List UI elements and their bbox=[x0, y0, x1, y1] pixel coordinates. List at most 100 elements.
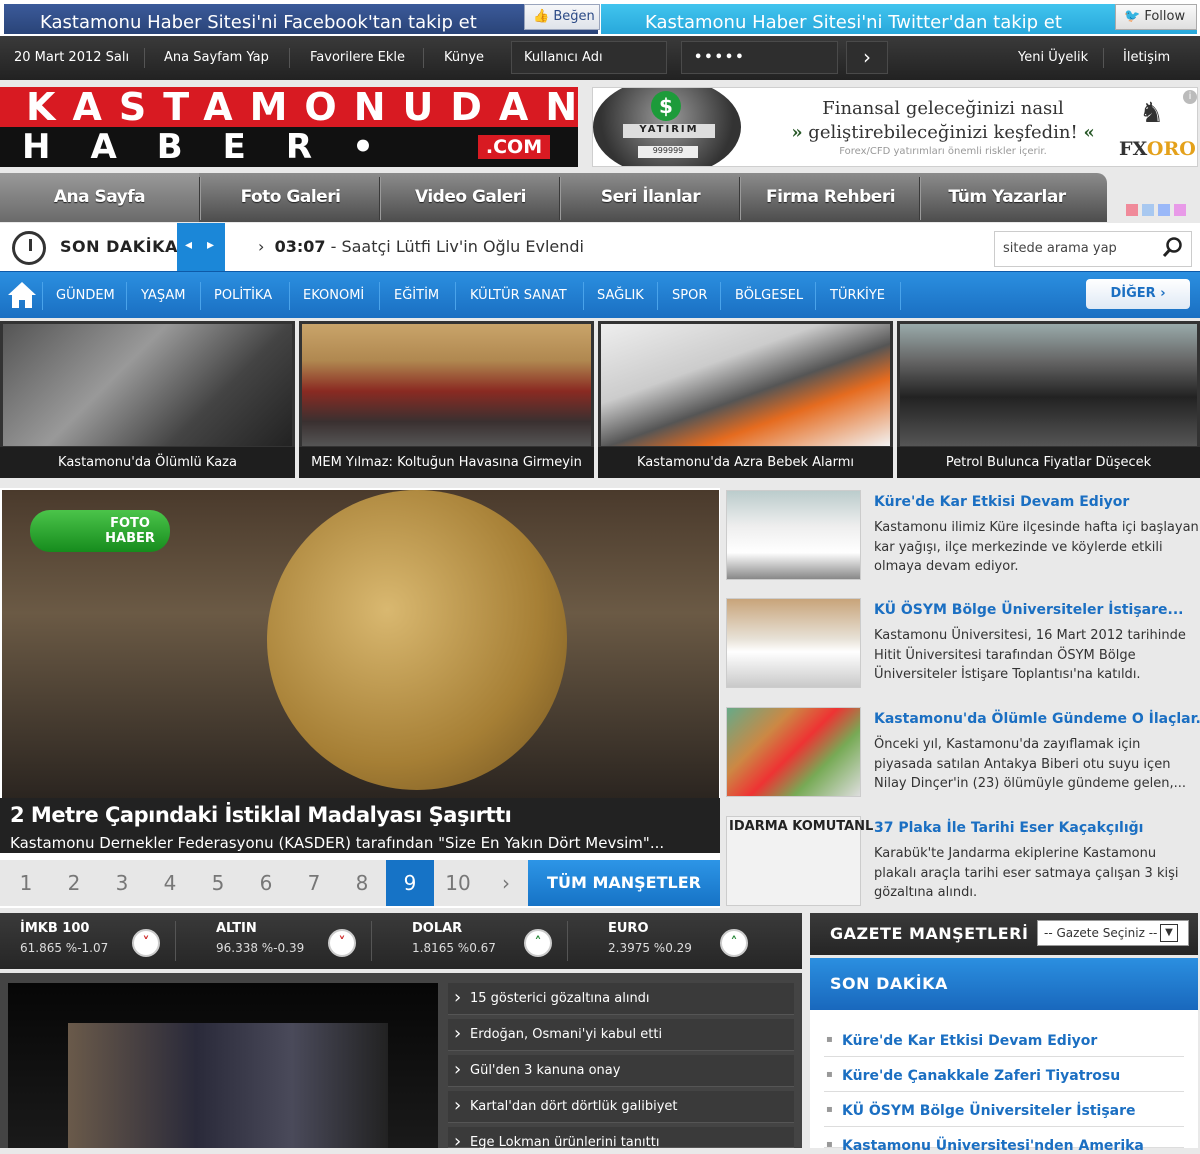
register-link[interactable]: Yeni Üyelik bbox=[1018, 50, 1088, 65]
thumb-image bbox=[302, 324, 591, 446]
news-title[interactable]: Kastamonu'da Ölümle Gündeme O İlaçlar... bbox=[874, 711, 1200, 727]
arrow-right-icon[interactable]: ▸ bbox=[207, 237, 214, 253]
twitter-follow-button[interactable]: 🐦 Follow bbox=[1115, 4, 1197, 30]
video-news-link[interactable]: Gül'den 3 kanuna onay bbox=[448, 1055, 794, 1087]
password-field[interactable]: ••••• bbox=[681, 41, 838, 74]
category-egitim[interactable]: EĞİTİM bbox=[394, 288, 439, 303]
divider bbox=[739, 177, 741, 220]
nav-video-gallery[interactable]: Video Galeri bbox=[382, 173, 559, 222]
thumb-caption: Kastamonu'da Ölümlü Kaza bbox=[0, 447, 295, 478]
headline-title[interactable]: 2 Metre Çapındaki İstiklal Madalyası Şaş… bbox=[10, 803, 512, 827]
pager-page[interactable]: 2 bbox=[50, 860, 98, 906]
video-news-link[interactable]: Kartal'dan dört dörtlük galibiyet bbox=[448, 1091, 794, 1123]
news-item[interactable]: Küre'de Kar Etkisi Devam Ediyor Kastamon… bbox=[726, 490, 1200, 586]
site-logo[interactable]: KASTAMONUDAN HABER• .COM bbox=[0, 87, 578, 167]
category-kultur-sanat[interactable]: KÜLTÜR SANAT bbox=[470, 288, 567, 303]
news-item[interactable]: Kastamonu'da Ölümle Gündeme O İlaçlar...… bbox=[726, 707, 1200, 803]
photo-thumb[interactable]: MEM Yılmaz: Koltuğun Havasına Girmeyin bbox=[299, 321, 594, 478]
divider bbox=[42, 282, 43, 310]
news-item[interactable]: IDARMA KOMUTANL 37 Plaka İle Tarihi Eser… bbox=[726, 816, 1200, 912]
add-favorites-link[interactable]: Favorilere Ekle bbox=[310, 50, 405, 65]
video-news-box: 15 gösterici gözaltına alındı Erdoğan, O… bbox=[0, 973, 802, 1152]
facebook-like-button[interactable]: 👍 Beğen bbox=[524, 4, 600, 30]
photo-thumb[interactable]: Petrol Bulunca Fiyatlar Düşecek bbox=[897, 321, 1200, 478]
breaking-news-box-title: SON DAKİKA bbox=[830, 974, 948, 993]
list-item[interactable]: Küre'de Çanakkale Zaferi Tiyatrosu bbox=[824, 1057, 1184, 1092]
clock-icon bbox=[12, 231, 46, 265]
divider bbox=[199, 177, 201, 220]
pager-page[interactable]: 1 bbox=[2, 860, 50, 906]
category-politika[interactable]: POLİTİKA bbox=[214, 288, 272, 303]
category-gundem[interactable]: GÜNDEM bbox=[56, 288, 115, 303]
logo-line-1: KASTAMONUDAN bbox=[0, 87, 578, 127]
theme-swatch-pink[interactable] bbox=[1126, 204, 1138, 216]
breaking-label: SON DAKİKA bbox=[60, 237, 178, 256]
username-field[interactable]: Kullanıcı Adı bbox=[511, 41, 667, 74]
pager-next-icon[interactable]: › bbox=[482, 860, 530, 906]
breaking-news-list: Küre'de Kar Etkisi Devam Ediyor Küre'de … bbox=[810, 1010, 1198, 1154]
category-yasam[interactable]: YAŞAM bbox=[141, 288, 185, 303]
category-bolgesel[interactable]: BÖLGESEL bbox=[735, 288, 803, 303]
list-item[interactable]: Kastamonu Üniversitesi'nden Amerika bbox=[824, 1127, 1184, 1154]
contact-link[interactable]: İletişim bbox=[1123, 50, 1170, 65]
photo-thumb[interactable]: Kastamonu'da Azra Bebek Alarmı bbox=[598, 321, 893, 478]
nav-photo-gallery[interactable]: Foto Galeri bbox=[202, 173, 379, 222]
category-saglik[interactable]: SAĞLIK bbox=[597, 288, 644, 303]
category-turkiye[interactable]: TÜRKİYE bbox=[830, 288, 885, 303]
news-title[interactable]: 37 Plaka İle Tarihi Eser Kaçakçılığı bbox=[874, 820, 1143, 836]
search-icon[interactable] bbox=[1160, 235, 1186, 261]
nav-home[interactable]: Ana Sayfa bbox=[0, 173, 199, 222]
twitter-follow-bar[interactable]: Kastamonu Haber Sitesi'ni Twitter'dan ta… bbox=[601, 4, 1197, 34]
market-ticker: İMKB 100 61.865 %-1.07 ˅ ALTIN 96.338 %-… bbox=[0, 913, 802, 969]
arrow-down-icon: ˅ bbox=[132, 929, 160, 957]
nav-business-directory[interactable]: Firma Rehberi bbox=[742, 173, 919, 222]
facebook-follow-bar[interactable]: Kastamonu Haber Sitesi'ni Facebook'tan t… bbox=[4, 4, 598, 34]
photo-thumb[interactable]: Kastamonu'da Ölümlü Kaza bbox=[0, 321, 295, 478]
pager-page[interactable]: 8 bbox=[338, 860, 386, 906]
news-title[interactable]: KÜ ÖSYM Bölge Üniversiteler İstişare... bbox=[874, 602, 1183, 618]
category-spor[interactable]: SPOR bbox=[672, 288, 707, 303]
more-categories-button[interactable]: DİĞER › bbox=[1086, 279, 1190, 309]
pager-page[interactable]: 6 bbox=[242, 860, 290, 906]
facebook-follow-text: Kastamonu Haber Sitesi'ni Facebook'tan t… bbox=[40, 12, 477, 33]
video-news-image[interactable] bbox=[8, 983, 438, 1148]
news-item[interactable]: KÜ ÖSYM Bölge Üniversiteler İstişare... … bbox=[726, 598, 1200, 694]
chevron-right-icon: › bbox=[863, 45, 871, 69]
pager-page-active[interactable]: 9 bbox=[386, 860, 434, 906]
pager-page[interactable]: 10 bbox=[434, 860, 482, 906]
pager-page[interactable]: 7 bbox=[290, 860, 338, 906]
pager-page[interactable]: 5 bbox=[194, 860, 242, 906]
list-item[interactable]: KÜ ÖSYM Bölge Üniversiteler İstişare bbox=[824, 1092, 1184, 1127]
news-title[interactable]: Küre'de Kar Etkisi Devam Ediyor bbox=[874, 494, 1129, 510]
newspaper-select[interactable]: -- Gazete Seçiniz -- ▼ bbox=[1037, 920, 1189, 946]
category-ekonomi[interactable]: EKONOMİ bbox=[303, 288, 364, 303]
top-bar: 20 Mart 2012 Salı Ana Sayfam Yap Favoril… bbox=[0, 36, 1200, 80]
pager-page[interactable]: 3 bbox=[98, 860, 146, 906]
twitter-follow-text: Kastamonu Haber Sitesi'ni Twitter'dan ta… bbox=[645, 12, 1062, 33]
all-headlines-button[interactable]: TÜM MANŞETLER bbox=[528, 860, 720, 906]
video-news-link[interactable]: Erdoğan, Osmani'yi kabul etti bbox=[448, 1019, 794, 1051]
breaking-headline[interactable]: › 03:07 - Saatçi Lütfi Liv'in Oğlu Evlen… bbox=[258, 237, 584, 256]
theme-swatch-blue[interactable] bbox=[1158, 204, 1170, 216]
arrow-left-icon[interactable]: ◂ bbox=[185, 237, 192, 253]
divider bbox=[559, 177, 561, 220]
divider bbox=[379, 177, 381, 220]
home-icon[interactable] bbox=[6, 280, 38, 310]
login-button[interactable]: › bbox=[846, 41, 888, 74]
theme-swatch-purple[interactable] bbox=[1174, 204, 1186, 216]
video-news-link[interactable]: Ege Lokman ürünlerini tanıttı bbox=[448, 1127, 794, 1152]
nav-classifieds[interactable]: Seri İlanlar bbox=[562, 173, 739, 222]
imprint-link[interactable]: Künye bbox=[444, 50, 484, 65]
set-homepage-link[interactable]: Ana Sayfam Yap bbox=[164, 50, 269, 65]
twitter-bird-icon: 🐦 bbox=[1124, 9, 1141, 24]
advertisement-banner[interactable]: $ YATIRIM 999999 Finansal geleceğinizi n… bbox=[592, 87, 1198, 167]
list-item[interactable]: Küre'de Kar Etkisi Devam Ediyor bbox=[824, 1022, 1184, 1057]
info-icon[interactable]: i bbox=[1183, 90, 1197, 104]
market-name: İMKB 100 bbox=[20, 921, 90, 936]
pager-page[interactable]: 4 bbox=[146, 860, 194, 906]
divider bbox=[919, 177, 921, 220]
theme-swatch-lightblue[interactable] bbox=[1142, 204, 1154, 216]
video-news-link[interactable]: 15 gösterici gözaltına alındı bbox=[448, 983, 794, 1015]
breaking-news-box-header: SON DAKİKA bbox=[810, 958, 1198, 1010]
nav-all-authors[interactable]: Tüm Yazarlar bbox=[922, 173, 1092, 222]
